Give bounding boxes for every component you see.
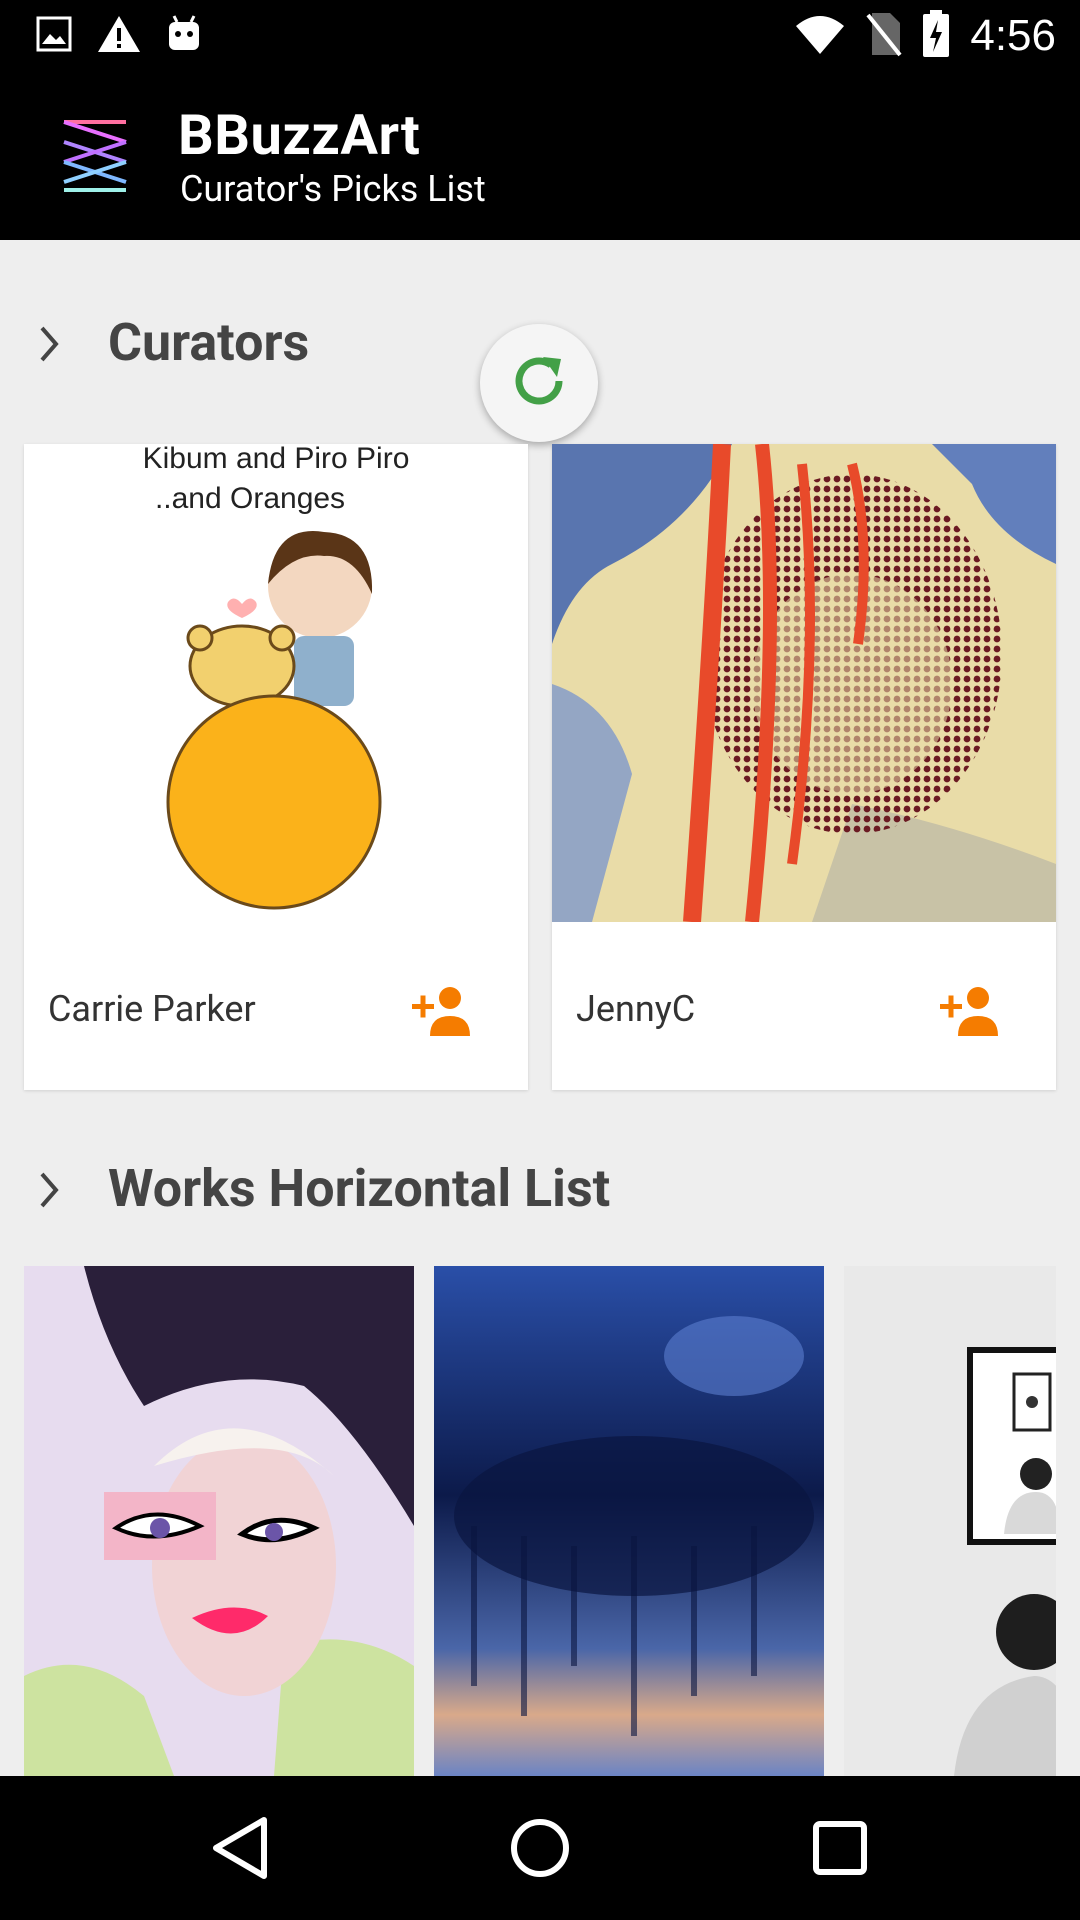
status-bar: 4:56 <box>0 0 1080 72</box>
refresh-icon <box>507 349 571 417</box>
artwork-caption-line1: Kibum and Piro Piro <box>143 444 410 475</box>
back-icon <box>208 1817 272 1888</box>
work-image <box>844 1266 1056 1776</box>
works-section-header[interactable]: Works Horizontal List <box>0 1152 1080 1232</box>
work-item[interactable] <box>24 1266 414 1776</box>
curator-name: Carrie Parker <box>48 988 256 1030</box>
recents-icon <box>808 1821 872 1888</box>
follow-button[interactable] <box>940 984 1004 1040</box>
home-button[interactable] <box>508 1812 572 1888</box>
add-person-icon <box>412 987 476 1044</box>
status-time: 4:56 <box>970 11 1056 60</box>
recents-button[interactable] <box>808 1812 872 1888</box>
curator-card[interactable]: Kibum and Piro Piro ..and Oranges Carrie… <box>24 444 528 1090</box>
artwork-caption-line2: ..and Oranges <box>155 482 345 515</box>
home-icon <box>508 1819 572 1888</box>
section-title: Works Horizontal List <box>108 1158 611 1219</box>
work-item[interactable] <box>844 1266 1056 1776</box>
curator-artwork-image[interactable] <box>552 444 1056 922</box>
back-button[interactable] <box>208 1812 272 1888</box>
chevron-right-icon <box>38 1170 62 1214</box>
work-item[interactable] <box>434 1266 824 1776</box>
android-icon <box>166 14 202 58</box>
image-icon <box>36 16 72 56</box>
curator-card[interactable]: JennyC <box>552 444 1056 1090</box>
follow-button[interactable] <box>412 984 476 1040</box>
battery-charging-icon <box>922 10 950 62</box>
curator-name: JennyC <box>576 988 696 1030</box>
work-image <box>24 1266 414 1776</box>
bbuzzart-logo-icon[interactable] <box>58 116 130 200</box>
refresh-button[interactable] <box>480 324 598 442</box>
section-title: Curators <box>108 312 310 373</box>
chevron-right-icon <box>38 324 62 368</box>
add-person-icon <box>940 987 1004 1044</box>
app-bar: BBuzzArt Curator's Picks List <box>0 72 1080 240</box>
no-sim-icon <box>866 11 902 61</box>
curator-artwork-image[interactable]: Kibum and Piro Piro ..and Oranges <box>24 444 528 922</box>
wifi-icon <box>794 12 846 60</box>
warning-icon <box>96 14 142 58</box>
navigation-bar <box>0 1776 1080 1920</box>
work-image <box>434 1266 824 1776</box>
app-subtitle: Curator's Picks List <box>180 168 486 210</box>
app-title: BBuzzArt <box>178 102 421 168</box>
